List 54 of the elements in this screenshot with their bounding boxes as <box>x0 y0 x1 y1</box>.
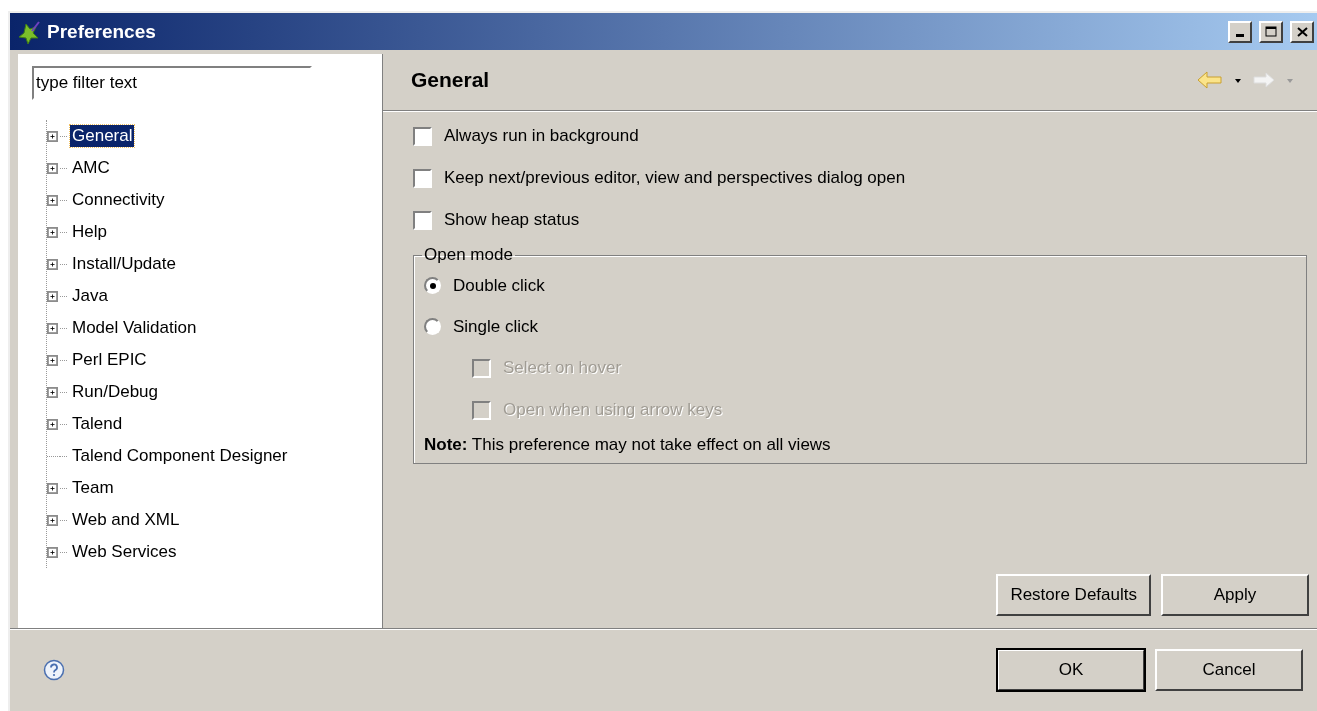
checkbox-label: Show heap status <box>444 210 580 230</box>
tree-item[interactable]: Web and XML <box>70 509 182 531</box>
radio-button[interactable] <box>424 318 441 335</box>
radio-label: Double click <box>453 275 545 296</box>
tree-item[interactable]: Talend <box>70 413 125 435</box>
minimize-icon <box>1236 33 1244 37</box>
expand-icon[interactable] <box>47 322 58 334</box>
expand-icon[interactable] <box>47 546 58 558</box>
radio-label: Single click <box>453 316 539 337</box>
minimize-button[interactable] <box>1228 20 1252 43</box>
apply-button[interactable]: Apply <box>1161 574 1309 616</box>
tree-item[interactable]: Help <box>70 221 109 243</box>
checkbox[interactable] <box>413 168 432 188</box>
expand-icon[interactable] <box>47 258 58 270</box>
expand-icon[interactable] <box>47 290 58 302</box>
group-title: Open mode <box>423 245 514 265</box>
tree-item[interactable]: Talend Component Designer <box>70 445 290 467</box>
close-icon <box>1296 26 1308 37</box>
app-icon <box>16 19 42 44</box>
expand-icon[interactable] <box>47 418 58 430</box>
expand-icon[interactable] <box>47 130 58 142</box>
checkbox-label: Keep next/previous editor, view and perspectives dialog open <box>444 168 906 188</box>
note-text: Note: This preference may not take effect on all views <box>424 434 832 455</box>
expand-icon[interactable] <box>47 354 58 366</box>
expand-icon[interactable] <box>47 226 58 238</box>
expand-icon[interactable] <box>47 386 58 398</box>
filter-field[interactable]: type filter text <box>32 66 312 100</box>
ok-button[interactable]: OK <box>997 649 1145 691</box>
checkbox-label: Always run in background <box>444 126 639 146</box>
maximize-button[interactable] <box>1259 20 1283 43</box>
cancel-button[interactable]: Cancel <box>1155 649 1303 691</box>
tree-item[interactable]: Run/Debug <box>70 381 160 403</box>
tree-item[interactable]: Install/Update <box>70 253 178 275</box>
expand-icon[interactable] <box>47 162 58 174</box>
radio-button[interactable] <box>424 277 441 294</box>
checkbox[interactable] <box>413 126 432 146</box>
expand-icon[interactable] <box>47 514 58 526</box>
tree-item[interactable]: Web Services <box>70 541 179 563</box>
tree-item[interactable]: Connectivity <box>70 189 167 211</box>
close-button[interactable] <box>1290 20 1314 43</box>
checkbox[interactable] <box>413 210 432 230</box>
expand-icon[interactable] <box>47 482 58 494</box>
restore-defaults-button[interactable]: Restore Defaults <box>996 574 1151 616</box>
window-title: Preferences <box>47 20 157 43</box>
tree-item[interactable]: AMC <box>70 157 112 179</box>
tree-item[interactable]: Model Validation <box>70 317 199 339</box>
page-title: General <box>411 68 491 92</box>
expand-icon[interactable] <box>47 194 58 206</box>
tree-item[interactable]: Perl EPIC <box>70 349 149 371</box>
help-icon[interactable] <box>43 659 65 681</box>
tree-item[interactable]: General <box>70 125 135 147</box>
tree-item[interactable]: Java <box>70 285 110 307</box>
tree-item[interactable]: Team <box>70 477 116 499</box>
maximize-icon <box>1265 26 1277 37</box>
